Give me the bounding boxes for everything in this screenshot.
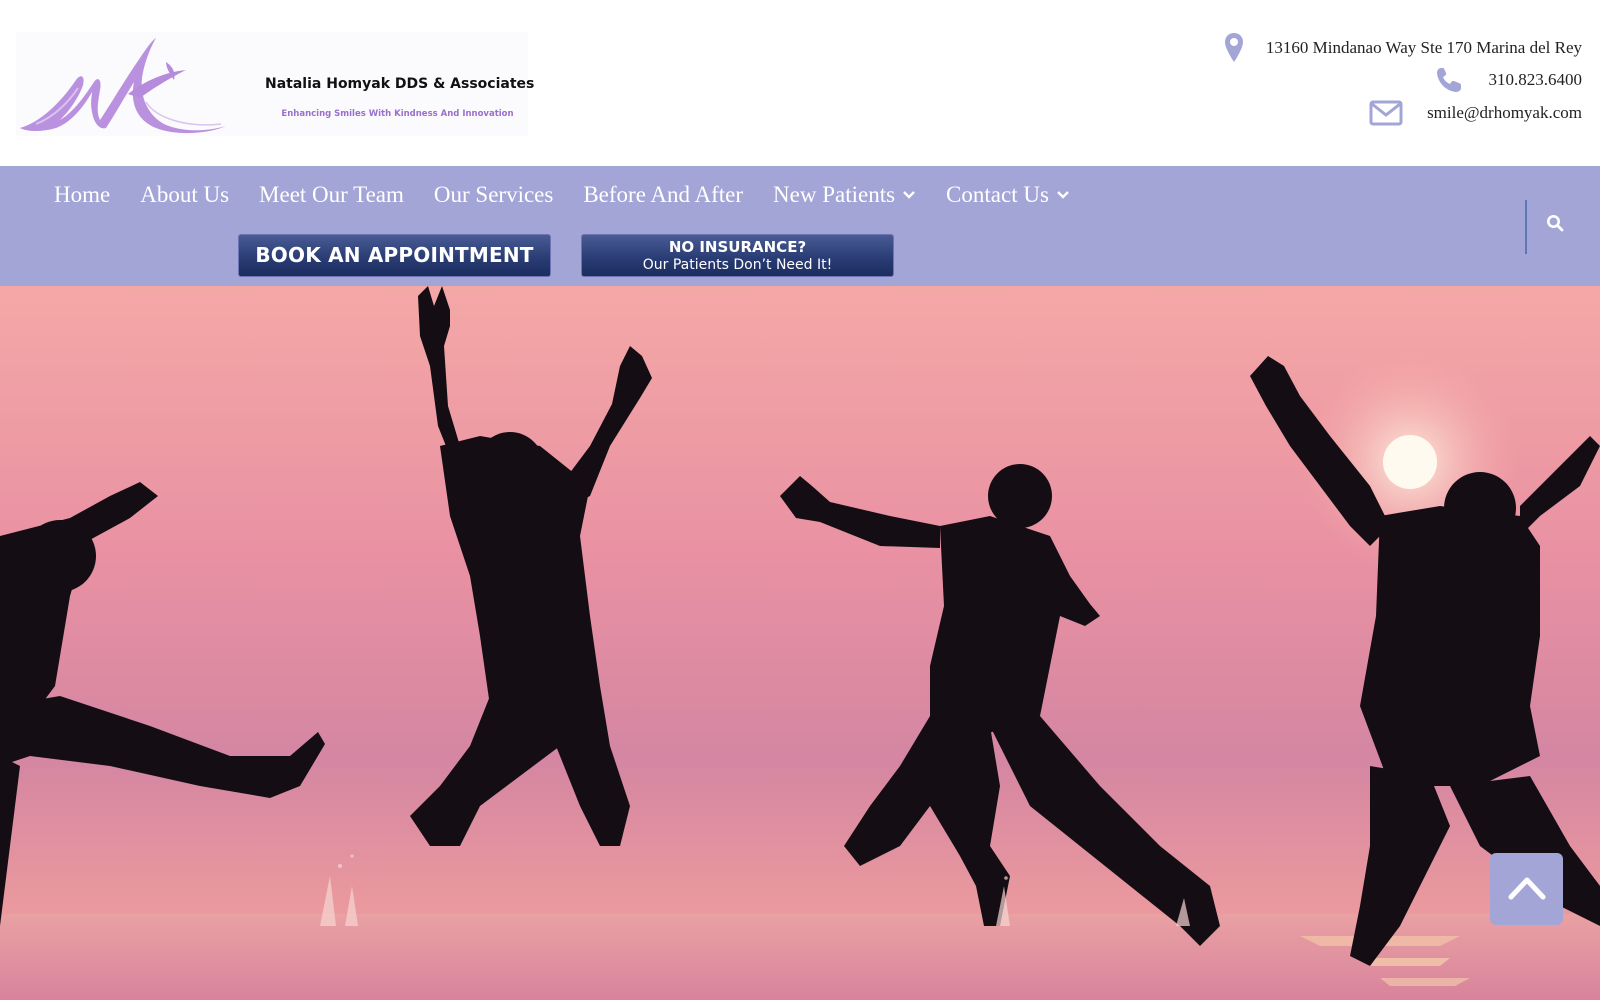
brand-tagline: Enhancing Smiles With Kindness And Innov… xyxy=(281,109,514,119)
nav-item-label: Our Services xyxy=(433,182,554,207)
nav-item-meet-our-team[interactable]: Meet Our Team xyxy=(259,182,404,208)
nav-item-label: Meet Our Team xyxy=(259,182,404,207)
main-nav: Home About Us Meet Our Team Our Services… xyxy=(0,166,1600,286)
nav-item-label: About Us xyxy=(140,182,230,207)
contact-phone-text: 310.823.6400 xyxy=(1488,70,1583,89)
sun xyxy=(1383,435,1437,489)
logo-brush-mark-icon xyxy=(20,38,226,134)
search-button[interactable] xyxy=(1540,210,1570,240)
nav-item-new-patients[interactable]: New Patients xyxy=(773,182,916,208)
nav-item-home[interactable]: Home xyxy=(54,182,110,208)
search-divider xyxy=(1525,200,1527,254)
contact-address[interactable]: 13160 Mindanao Way Ste 170 Marina del Re… xyxy=(1224,32,1582,64)
book-appointment-button[interactable]: BOOK AN APPOINTMENT xyxy=(238,234,551,277)
back-to-top-button[interactable] xyxy=(1490,853,1563,925)
map-pin-icon xyxy=(1224,32,1244,64)
chevron-down-icon xyxy=(902,190,916,200)
no-insurance-subtitle: Our Patients Don’t Need It! xyxy=(642,257,833,273)
contact-email[interactable]: smile@drhomyak.com xyxy=(1369,100,1582,126)
hero-image xyxy=(0,286,1600,1000)
silhouette-person-2 xyxy=(410,286,652,846)
nav-item-contact-us[interactable]: Contact Us xyxy=(946,182,1070,208)
envelope-icon xyxy=(1369,100,1403,126)
nav-item-label: Contact Us xyxy=(946,182,1049,207)
phone-icon xyxy=(1435,66,1463,94)
chevron-down-icon xyxy=(1056,190,1070,200)
nav-item-label: New Patients xyxy=(773,182,896,207)
nav-item-our-services[interactable]: Our Services xyxy=(434,182,553,208)
silhouette-person-1 xyxy=(0,482,325,926)
top-header: Natalia Homyak DDS & Associates Enhancin… xyxy=(0,0,1600,166)
search-icon xyxy=(1546,214,1564,237)
contact-phone[interactable]: 310.823.6400 xyxy=(1435,66,1583,94)
nav-item-label: Home xyxy=(54,182,111,207)
nav-menu: Home About Us Meet Our Team Our Services… xyxy=(54,182,1100,208)
hero-banner xyxy=(0,286,1600,1000)
nav-item-about-us[interactable]: About Us xyxy=(140,182,229,208)
brand-name: Natalia Homyak DDS & Associates xyxy=(265,76,535,92)
no-insurance-title: NO INSURANCE? xyxy=(668,238,807,256)
nav-item-before-and-after[interactable]: Before And After xyxy=(583,182,743,208)
no-insurance-button[interactable]: NO INSURANCE? Our Patients Don’t Need It… xyxy=(581,234,894,277)
silhouette-person-3 xyxy=(780,464,1220,946)
chevron-up-icon xyxy=(1508,874,1546,905)
nav-item-label: Before And After xyxy=(583,182,744,207)
contact-address-text: 13160 Mindanao Way Ste 170 Marina del Re… xyxy=(1265,38,1582,57)
site-logo[interactable]: Natalia Homyak DDS & Associates Enhancin… xyxy=(16,32,535,136)
contact-email-text: smile@drhomyak.com xyxy=(1427,103,1582,122)
